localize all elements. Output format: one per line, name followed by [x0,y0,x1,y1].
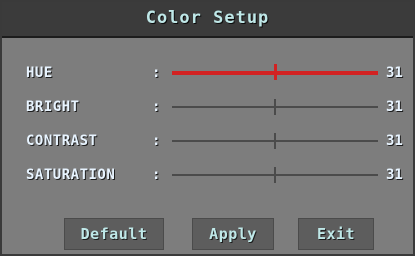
title-bar: Color Setup [2,2,413,38]
apply-button[interactable]: Apply [192,218,274,250]
saturation-slider-thumb[interactable] [274,167,276,183]
bright-slider-thumb[interactable] [274,99,276,115]
contrast-label: CONTRAST [26,133,98,149]
hue-slider-thumb[interactable] [273,64,277,80]
color-setup-window: Color Setup HUE : 31 BRIGHT : 31 CONTRAS… [0,0,415,256]
default-button[interactable]: Default [64,218,164,250]
setting-row-saturation[interactable]: SATURATION : 31 [2,162,413,188]
window-title: Color Setup [145,8,270,28]
saturation-label: SATURATION [26,167,116,183]
contrast-colon: : [152,133,161,149]
hue-value: 31 [386,65,403,81]
contrast-slider[interactable] [172,133,378,149]
saturation-colon: : [152,167,161,183]
saturation-slider[interactable] [172,167,378,183]
setting-row-bright[interactable]: BRIGHT : 31 [2,94,413,120]
hue-label: HUE [26,65,53,81]
setting-row-hue[interactable]: HUE : 31 [2,60,413,86]
setting-row-contrast[interactable]: CONTRAST : 31 [2,128,413,154]
hue-colon: : [152,65,161,81]
saturation-value: 31 [386,167,403,183]
button-bar: Default Apply Exit [2,218,413,250]
exit-button[interactable]: Exit [298,218,374,250]
bright-value: 31 [386,99,403,115]
settings-list: HUE : 31 BRIGHT : 31 CONTRAST : 31 SATUR… [2,54,413,194]
bright-label: BRIGHT [26,99,80,115]
bright-slider[interactable] [172,99,378,115]
bright-colon: : [152,99,161,115]
contrast-value: 31 [386,133,403,149]
contrast-slider-thumb[interactable] [274,133,276,149]
hue-slider[interactable] [172,64,378,80]
